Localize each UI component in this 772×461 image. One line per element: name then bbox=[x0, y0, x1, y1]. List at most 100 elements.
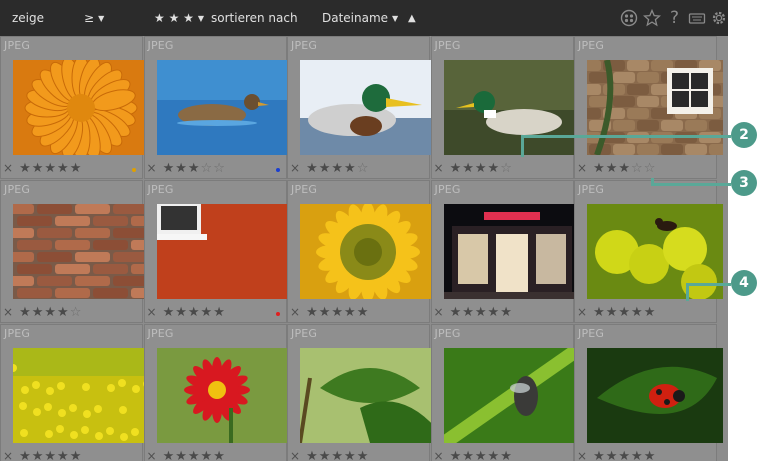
star-filled-icon[interactable]: ★ bbox=[57, 449, 70, 461]
star-filled-icon[interactable]: ★ bbox=[44, 449, 57, 461]
star-filled-icon[interactable]: ★ bbox=[618, 449, 631, 461]
reject-icon[interactable]: × bbox=[434, 305, 444, 319]
thumbnail-image-stone-wall-window[interactable] bbox=[587, 60, 723, 155]
star-empty-icon[interactable]: ☆ bbox=[631, 161, 644, 176]
reject-icon[interactable]: × bbox=[577, 161, 587, 175]
rating-filter-dropdown[interactable]: ★ ★ ★ ▼ bbox=[154, 11, 204, 25]
sort-field-dropdown[interactable]: Dateiname ▼ bbox=[322, 11, 398, 25]
star-rating[interactable]: × ★★★★★ bbox=[3, 160, 143, 176]
reject-icon[interactable]: × bbox=[577, 305, 587, 319]
thumbnail-cell[interactable]: JPEG × ★★★★★ bbox=[430, 180, 580, 323]
star-filled-icon[interactable]: ★ bbox=[462, 161, 475, 176]
star-filled-icon[interactable]: ★ bbox=[488, 161, 501, 176]
star-filled-icon[interactable]: ★ bbox=[357, 305, 370, 320]
star-filled-icon[interactable]: ★ bbox=[188, 305, 201, 320]
star-filled-icon[interactable]: ★ bbox=[618, 305, 631, 320]
reject-icon[interactable]: × bbox=[3, 161, 13, 175]
thumbnail-image-ladybug-on-leaf[interactable] bbox=[587, 348, 723, 443]
star-filled-icon[interactable]: ★ bbox=[462, 305, 475, 320]
star-filled-icon[interactable]: ★ bbox=[475, 305, 488, 320]
star-rating[interactable]: × ★★★★★ bbox=[147, 304, 287, 320]
thumbnail-cell[interactable]: JPEG × ★★★★★ bbox=[574, 324, 723, 461]
reject-icon[interactable]: × bbox=[577, 449, 587, 461]
thumbnail-cell[interactable]: JPEG × ★★★★☆ bbox=[430, 36, 580, 179]
star-filled-icon[interactable]: ★ bbox=[488, 449, 501, 461]
thumbnail-image-fly-on-grass[interactable] bbox=[443, 348, 580, 443]
star-filled-icon[interactable]: ★ bbox=[57, 161, 70, 176]
thumbnail-cell[interactable]: JPEG × ★★★★★ bbox=[0, 324, 149, 461]
star-filled-icon[interactable]: ★ bbox=[213, 305, 226, 320]
star-filled-icon[interactable]: ★ bbox=[488, 305, 501, 320]
star-filled-icon[interactable]: ★ bbox=[201, 449, 214, 461]
reject-icon[interactable]: × bbox=[290, 161, 300, 175]
star-filled-icon[interactable]: ★ bbox=[57, 305, 70, 320]
thumbnail-image-shop-at-night[interactable] bbox=[443, 204, 580, 299]
star-filled-icon[interactable]: ★ bbox=[618, 161, 631, 176]
star-empty-icon[interactable]: ☆ bbox=[70, 305, 83, 320]
star-filled-icon[interactable]: ★ bbox=[44, 305, 57, 320]
star-rating[interactable]: × ★★★★☆ bbox=[290, 160, 430, 176]
star-filled-icon[interactable]: ★ bbox=[593, 305, 606, 320]
thumbnail-cell[interactable]: JPEG × ★★★★★ bbox=[0, 36, 149, 179]
star-empty-icon[interactable]: ☆ bbox=[500, 161, 513, 176]
star-empty-icon[interactable]: ☆ bbox=[201, 161, 214, 176]
star-filled-icon[interactable]: ★ bbox=[593, 161, 606, 176]
keyboard-icon[interactable] bbox=[688, 9, 706, 31]
thumbnail-cell[interactable]: JPEG × ★★★★★ bbox=[143, 180, 293, 323]
star-filled-icon[interactable]: ★ bbox=[450, 161, 463, 176]
color-labels-icon[interactable] bbox=[620, 9, 638, 31]
thumbnail-cell[interactable]: JPEG × ★★★★★ bbox=[143, 324, 293, 461]
star-filled-icon[interactable]: ★ bbox=[344, 161, 357, 176]
thumbnail-image-brick-wall[interactable] bbox=[13, 204, 149, 299]
star-rating[interactable]: × ★★★★★ bbox=[577, 448, 717, 461]
star-filled-icon[interactable]: ★ bbox=[175, 305, 188, 320]
star-filled-icon[interactable]: ★ bbox=[331, 449, 344, 461]
star-filled-icon[interactable]: ★ bbox=[32, 449, 45, 461]
star-filled-icon[interactable]: ★ bbox=[450, 449, 463, 461]
star-filled-icon[interactable]: ★ bbox=[631, 305, 644, 320]
star-empty-icon[interactable]: ☆ bbox=[357, 161, 370, 176]
star-rating[interactable]: × ★★★☆☆ bbox=[147, 160, 287, 176]
star-rating[interactable]: × ★★★★★ bbox=[577, 304, 717, 320]
star-filled-icon[interactable]: ★ bbox=[163, 305, 176, 320]
thumbnail-image-mallard-in-pond[interactable] bbox=[443, 60, 580, 155]
reject-icon[interactable]: × bbox=[147, 449, 157, 461]
star-filled-icon[interactable]: ★ bbox=[593, 449, 606, 461]
star-filled-icon[interactable]: ★ bbox=[70, 449, 83, 461]
comparator-dropdown[interactable]: ≥ ▼ bbox=[84, 11, 104, 25]
star-empty-icon[interactable]: ☆ bbox=[213, 161, 226, 176]
star-filled-icon[interactable]: ★ bbox=[344, 449, 357, 461]
star-filled-icon[interactable]: ★ bbox=[475, 161, 488, 176]
star-filled-icon[interactable]: ★ bbox=[344, 305, 357, 320]
star-filled-icon[interactable]: ★ bbox=[306, 449, 319, 461]
thumbnail-cell[interactable]: JPEG × ★★★★☆ bbox=[0, 180, 149, 323]
thumbnail-image-mallard-drake[interactable] bbox=[300, 60, 436, 155]
star-filled-icon[interactable]: ★ bbox=[644, 305, 657, 320]
help-icon[interactable]: ? bbox=[670, 9, 679, 27]
star-filled-icon[interactable]: ★ bbox=[606, 449, 619, 461]
star-icon[interactable] bbox=[642, 8, 662, 31]
reject-icon[interactable]: × bbox=[3, 449, 13, 461]
star-filled-icon[interactable]: ★ bbox=[19, 449, 32, 461]
reject-icon[interactable]: × bbox=[147, 161, 157, 175]
star-filled-icon[interactable]: ★ bbox=[644, 449, 657, 461]
star-filled-icon[interactable]: ★ bbox=[175, 161, 188, 176]
star-filled-icon[interactable]: ★ bbox=[606, 305, 619, 320]
thumbnail-image-orange-dahlia[interactable] bbox=[13, 60, 149, 155]
thumbnail-cell[interactable]: JPEG × ★★★★★ bbox=[574, 180, 723, 323]
star-filled-icon[interactable]: ★ bbox=[213, 449, 226, 461]
star-filled-icon[interactable]: ★ bbox=[306, 161, 319, 176]
star-rating[interactable]: × ★★★☆☆ bbox=[577, 160, 717, 176]
star-rating[interactable]: × ★★★★★ bbox=[147, 448, 287, 461]
reject-icon[interactable]: × bbox=[3, 305, 13, 319]
thumbnail-cell[interactable]: JPEG × ★★★★★ bbox=[430, 324, 580, 461]
star-filled-icon[interactable]: ★ bbox=[450, 305, 463, 320]
star-rating[interactable]: × ★★★★★ bbox=[434, 448, 574, 461]
star-rating[interactable]: × ★★★★★ bbox=[434, 304, 574, 320]
thumbnail-image-red-wall-window[interactable] bbox=[156, 204, 293, 299]
star-filled-icon[interactable]: ★ bbox=[163, 161, 176, 176]
star-filled-icon[interactable]: ★ bbox=[319, 161, 332, 176]
star-filled-icon[interactable]: ★ bbox=[19, 161, 32, 176]
star-filled-icon[interactable]: ★ bbox=[32, 161, 45, 176]
star-filled-icon[interactable]: ★ bbox=[44, 161, 57, 176]
